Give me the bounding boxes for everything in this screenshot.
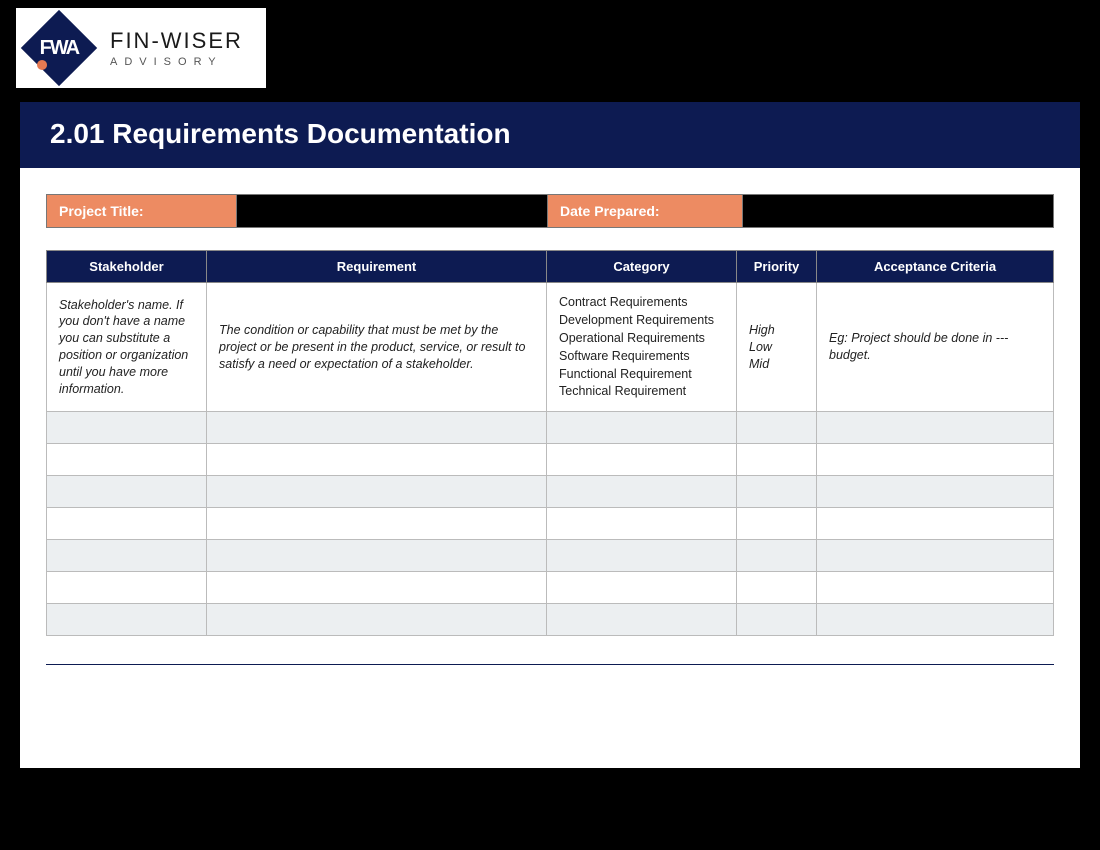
table-cell[interactable] — [207, 412, 547, 444]
page-title: 2.01 Requirements Documentation — [20, 102, 1080, 168]
table-cell[interactable] — [547, 412, 737, 444]
table-row[interactable] — [47, 444, 1054, 476]
table-cell[interactable] — [207, 540, 547, 572]
table-cell[interactable] — [547, 540, 737, 572]
table-cell[interactable] — [47, 572, 207, 604]
category-option: Operational Requirements — [559, 330, 724, 347]
table-cell[interactable] — [737, 572, 817, 604]
project-title-value[interactable] — [237, 195, 548, 227]
priority-option: High — [749, 322, 804, 339]
category-option: Software Requirements — [559, 348, 724, 365]
table-cell[interactable] — [817, 508, 1054, 540]
meta-row: Project Title: Date Prepared: — [46, 194, 1054, 228]
guidance-requirement: The condition or capability that must be… — [207, 283, 547, 412]
table-cell[interactable] — [47, 508, 207, 540]
guidance-category: Contract RequirementsDevelopment Require… — [547, 283, 737, 412]
logo: FWA FIN-WISER ADVISORY — [16, 8, 266, 88]
logo-line2: ADVISORY — [110, 56, 243, 68]
table-cell[interactable] — [47, 604, 207, 636]
logo-text: FIN-WISER ADVISORY — [110, 28, 243, 68]
table-cell[interactable] — [817, 540, 1054, 572]
table-cell[interactable] — [817, 604, 1054, 636]
table-cell[interactable] — [547, 508, 737, 540]
table-cell[interactable] — [207, 476, 547, 508]
priority-option: Low — [749, 339, 804, 356]
table-cell[interactable] — [737, 540, 817, 572]
logo-mark-icon: FWA — [21, 10, 97, 86]
table-cell[interactable] — [47, 476, 207, 508]
date-prepared-value[interactable] — [743, 195, 1053, 227]
guidance-priority: HighLowMid — [737, 283, 817, 412]
table-row[interactable] — [47, 540, 1054, 572]
table-cell[interactable] — [47, 444, 207, 476]
table-cell[interactable] — [207, 604, 547, 636]
table-cell[interactable] — [737, 508, 817, 540]
table-cell[interactable] — [817, 444, 1054, 476]
table-cell[interactable] — [817, 476, 1054, 508]
table-row[interactable] — [47, 508, 1054, 540]
category-option: Technical Requirement — [559, 383, 724, 400]
table-cell[interactable] — [737, 476, 817, 508]
requirements-table: Stakeholder Requirement Category Priorit… — [46, 250, 1054, 636]
table-row[interactable] — [47, 604, 1054, 636]
footer-rule — [46, 664, 1054, 665]
table-cell[interactable] — [47, 412, 207, 444]
table-cell[interactable] — [547, 604, 737, 636]
category-option: Functional Requirement — [559, 366, 724, 383]
header-priority: Priority — [737, 251, 817, 283]
guidance-stakeholder: Stakeholder's name. If you don't have a … — [47, 283, 207, 412]
category-option: Contract Requirements — [559, 294, 724, 311]
logo-strip: FWA FIN-WISER ADVISORY — [0, 0, 1100, 92]
table-cell[interactable] — [47, 540, 207, 572]
priority-option: Mid — [749, 356, 804, 373]
table-row[interactable] — [47, 412, 1054, 444]
table-row[interactable] — [47, 572, 1054, 604]
table-cell[interactable] — [817, 412, 1054, 444]
table-cell[interactable] — [207, 444, 547, 476]
table-cell[interactable] — [547, 572, 737, 604]
table-cell[interactable] — [547, 444, 737, 476]
guidance-row: Stakeholder's name. If you don't have a … — [47, 283, 1054, 412]
table-row[interactable] — [47, 476, 1054, 508]
category-option: Development Requirements — [559, 312, 724, 329]
guidance-acceptance: Eg: Project should be done in --- budget… — [817, 283, 1054, 412]
header-acceptance: Acceptance Criteria — [817, 251, 1054, 283]
requirements-tbody: Stakeholder's name. If you don't have a … — [47, 283, 1054, 636]
table-cell[interactable] — [737, 412, 817, 444]
header-requirement: Requirement — [207, 251, 547, 283]
project-title-label: Project Title: — [47, 195, 237, 227]
content-area: Project Title: Date Prepared: Stakeholde… — [20, 168, 1080, 768]
table-cell[interactable] — [207, 572, 547, 604]
table-cell[interactable] — [737, 604, 817, 636]
table-cell[interactable] — [737, 444, 817, 476]
logo-mark-text: FWA — [40, 37, 78, 60]
header-category: Category — [547, 251, 737, 283]
table-cell[interactable] — [207, 508, 547, 540]
date-prepared-label: Date Prepared: — [548, 195, 743, 227]
table-cell[interactable] — [817, 572, 1054, 604]
header-stakeholder: Stakeholder — [47, 251, 207, 283]
logo-line1: FIN-WISER — [110, 28, 243, 54]
table-cell[interactable] — [547, 476, 737, 508]
